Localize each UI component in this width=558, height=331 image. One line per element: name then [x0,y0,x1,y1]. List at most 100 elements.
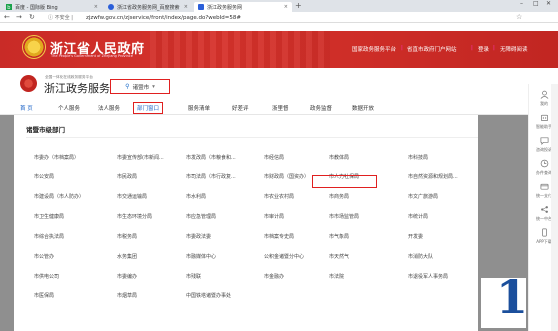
department-link[interactable]: 市经信局 [264,154,284,161]
divider: | [471,45,473,51]
chevron-down-icon: ▾ [152,83,155,90]
nav-gov-supervision[interactable]: 政务监督 [310,104,332,112]
department-link[interactable]: 市财政局（国资办） [264,173,309,180]
department-link[interactable]: 市发改局（市粮食和... [186,154,236,161]
nav-open-data[interactable]: 数据开放 [352,104,374,112]
new-tab-button[interactable]: + [295,1,302,10]
share-icon [540,206,548,213]
department-link[interactable]: 市供电公司 [34,273,59,280]
department-link[interactable]: 市金融办 [264,273,284,280]
department-link[interactable]: 开发委 [408,233,423,240]
department-link[interactable]: 市市场监管局 [329,213,359,220]
department-link[interactable]: 市委政法委 [186,233,211,240]
department-link[interactable]: 市委办（市档案局） [34,154,79,161]
tab-close-icon[interactable]: × [284,4,288,10]
overlay-left [0,115,14,331]
accessibility-link[interactable]: 无障碍阅读 [500,45,528,53]
department-link[interactable]: 市委编办 [117,273,137,280]
browser-tab-bar: b 百度 - 国际版 Bing × 浙江省政务服务网_百度搜索 × 浙江政务服务… [0,0,558,12]
service-brand-area: 全国一体化在线政务服务平台 浙江政务服务网 [0,68,558,98]
tab-close-icon[interactable]: × [184,4,188,10]
department-link[interactable]: 市交通运输局 [117,193,147,200]
security-label: 不安全 [54,15,70,21]
department-link[interactable]: 市卫生健康局 [34,213,64,220]
department-link[interactable]: 市统计局 [408,213,428,220]
chat-icon [540,137,548,145]
svg-text:b: b [7,5,10,10]
department-link[interactable]: 水务集团 [117,253,137,260]
service-logo-icon [20,75,37,92]
department-link[interactable]: 市融媒体中心 [186,253,216,260]
divider [26,137,478,138]
nav-legal-entity-services[interactable]: 法人服务 [98,104,120,112]
nav-service-list[interactable]: 服务清单 [188,104,210,112]
department-link[interactable]: 市应急管理局 [186,213,216,220]
url-field[interactable]: zjzwfw.gov.cn/zjservice/front/index/page… [86,15,241,21]
panel-title: 诸暨市级部门 [26,126,65,134]
bookmark-star-icon[interactable]: ☆ [516,13,522,21]
security-indicator[interactable]: ⓘ 不安全 | [48,14,73,21]
tab-label: 浙江省政务服务网_百度搜索 [117,4,180,11]
nav-personal-services[interactable]: 个人服务 [58,104,80,112]
tab-close-icon[interactable]: × [94,4,98,10]
department-link[interactable]: 市天然气 [329,253,349,260]
link-city-portals[interactable]: 省直市政府门户网站 [407,45,457,53]
link-national-platform[interactable]: 国家政务服务平台 [352,45,396,53]
sidebar-label: 咨询投诉 [536,147,552,152]
baidu-paw-icon [108,4,114,10]
nav-department-window[interactable]: 部门窗口 [133,101,164,114]
department-link[interactable]: 市法院 [329,273,344,280]
department-link[interactable]: 市档案专史局 [264,233,294,240]
department-link[interactable]: 市税务局 [117,233,137,240]
browser-tab-baidu-search[interactable]: 浙江省政务服务网_百度搜索 × [104,2,192,12]
department-link[interactable]: 市公管办 [34,253,54,260]
scrollbar[interactable] [551,84,558,331]
browser-tab-bing[interactable]: b 百度 - 国际版 Bing × [2,2,102,12]
maximize-icon[interactable]: □ [533,0,539,7]
department-link[interactable]: 市司法局（市行政复... [186,173,236,180]
sidebar-label: 统一中台 [536,216,552,221]
nav-rating[interactable]: 好差评 [232,104,249,112]
department-link[interactable]: 中国铁塔诸暨办事处 [186,292,231,299]
sidebar-label: 统一支付 [536,193,552,198]
department-link[interactable]: 市烟草局 [117,292,137,299]
reload-icon[interactable]: ↻ [29,13,35,21]
sidebar-label: 智能助手 [536,124,552,129]
nav-zhelidu[interactable]: 浙里督 [272,104,289,112]
department-link[interactable]: 市民政局 [117,173,137,180]
gov-title-en: The People's Government of Zhejiang Prov… [51,54,133,58]
address-bar: ← → ↻ ⓘ 不安全 | zjzwfw.gov.cn/zjservice/fr… [0,12,558,23]
back-icon[interactable]: ← [4,13,10,21]
sidebar-label: 我的 [540,101,548,106]
forward-icon[interactable]: → [16,13,22,21]
department-link[interactable]: 市建设局（市人防办） [34,193,84,200]
nav-home[interactable]: 首 页 [20,104,33,112]
department-link[interactable]: 市商务局 [329,193,349,200]
department-link[interactable]: 市残联 [186,273,201,280]
minimize-icon[interactable]: – [520,0,523,7]
department-link[interactable]: 公积金诸暨分中心 [264,253,304,260]
department-link[interactable]: 市退役军人事务局 [408,273,448,280]
department-link[interactable]: 市文广旅游局 [408,193,438,200]
department-link[interactable]: 市审计局 [264,213,284,220]
department-link[interactable]: 市农业农村局 [264,193,294,200]
department-link[interactable]: 市水利局 [186,193,206,200]
department-link[interactable]: 市委宣传部(市新闻... [117,154,164,161]
department-link[interactable]: 市消防大队 [408,253,433,260]
window-close-icon[interactable]: ✕ [546,0,551,7]
department-link[interactable]: 市教体局 [329,154,349,161]
main-nav: 首 页 个人服务 法人服务 部门窗口 服务清单 好差评 浙里督 政务监督 数据开… [0,100,558,115]
location-pin-icon: ⚲ [125,83,130,90]
browser-tab-zjzwfw[interactable]: 浙江政务服务网 × [194,2,292,12]
department-link[interactable]: 市医保局 [34,292,54,299]
department-link[interactable]: 市生态环境分局 [117,213,152,220]
department-link[interactable]: 市自然资源和规划局... [408,173,458,180]
city-selector[interactable]: ⚲ 诸暨市 ▾ [110,79,170,94]
login-link[interactable]: 登录 [478,45,489,53]
highlight-box [312,175,377,188]
page-favicon-icon [198,4,204,10]
department-link[interactable]: 市公安局 [34,173,54,180]
department-link[interactable]: 市气象局 [329,233,349,240]
department-link[interactable]: 市综合执法局 [34,233,64,240]
department-link[interactable]: 市科技局 [408,154,428,161]
